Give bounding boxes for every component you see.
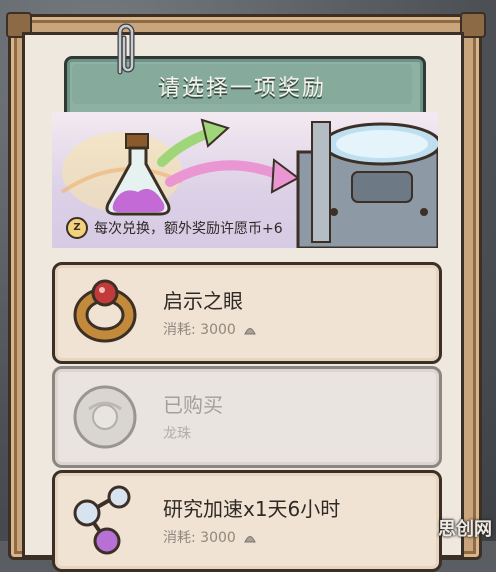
reward-cost: 消耗: 3000 bbox=[163, 527, 258, 547]
dragon-orb-icon bbox=[69, 379, 141, 451]
currency-icon bbox=[244, 328, 256, 335]
reward-card-research-speedup[interactable]: 研究加速x1天6小时 消耗: 3000 bbox=[52, 470, 442, 572]
reward-card-dragon-orb: 已购买 龙珠 bbox=[52, 366, 442, 468]
currency-icon bbox=[244, 536, 256, 543]
cost-label: 消耗: 3000 bbox=[163, 322, 236, 338]
portal-machine-icon bbox=[296, 121, 438, 248]
watermark: 思创网 bbox=[438, 519, 492, 540]
bonus-text: 每次兑换，额外奖励许愿币+6 bbox=[94, 221, 283, 237]
pink-arrow-icon bbox=[165, 158, 300, 194]
molecule-icon bbox=[69, 483, 141, 555]
paperclip-icon bbox=[117, 23, 135, 75]
reward-cost: 消耗: 3000 bbox=[163, 319, 258, 339]
green-arrow-icon bbox=[157, 118, 230, 167]
cost-label: 消耗: 3000 bbox=[163, 530, 236, 546]
reward-name: 研究加速x1天6小时 bbox=[163, 497, 341, 521]
reward-status: 已购买 bbox=[163, 393, 223, 417]
bonus-info: Z 每次兑换，额外奖励许愿币+6 bbox=[66, 216, 283, 240]
ring-icon bbox=[69, 275, 141, 347]
item-name-label: 龙珠 bbox=[163, 426, 191, 442]
coin-icon: Z bbox=[66, 217, 88, 239]
reward-card-eye[interactable]: 启示之眼 消耗: 3000 bbox=[52, 262, 442, 364]
reward-name: 启示之眼 bbox=[163, 289, 243, 313]
reward-item-name: 龙珠 bbox=[163, 423, 191, 443]
